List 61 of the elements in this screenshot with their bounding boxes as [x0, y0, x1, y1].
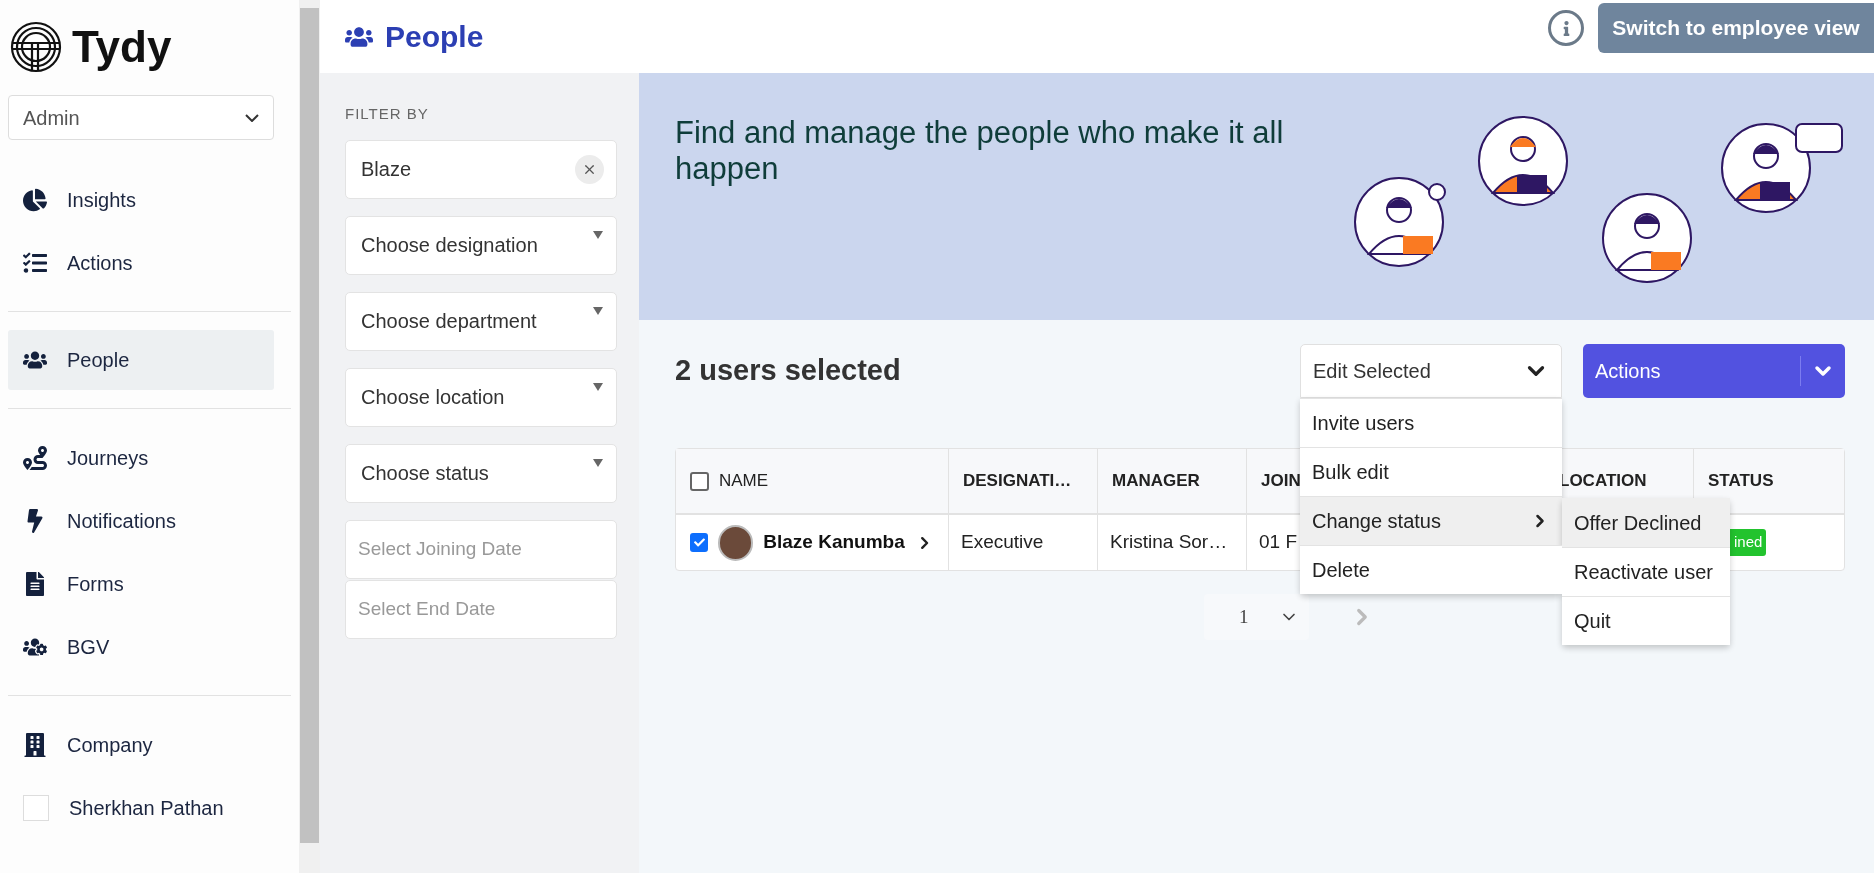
- info-icon[interactable]: [1548, 10, 1584, 46]
- filter-dropdown[interactable]: Choose status: [345, 443, 617, 503]
- date-field[interactable]: Select End Date: [345, 579, 617, 639]
- table-cell-text: 01 F: [1259, 530, 1298, 555]
- selection-summary: 2 users selected: [675, 353, 901, 389]
- route-icon: [23, 445, 47, 470]
- nav-item[interactable]: BGV: [8, 615, 274, 678]
- submenu-item[interactable]: Offer Declined: [1562, 498, 1730, 547]
- filter-dropdown[interactable]: Choose designation: [345, 215, 617, 275]
- menu-item[interactable]: Invite users: [1300, 398, 1562, 447]
- checklist-icon: [23, 250, 47, 275]
- column-header: DESIGNATI…: [963, 470, 1072, 493]
- row-checkbox[interactable]: [690, 533, 709, 552]
- switch-view-button[interactable]: Switch to employee view: [1598, 3, 1874, 53]
- menu-item[interactable]: Bulk edit: [1300, 447, 1562, 496]
- submenu-item[interactable]: Quit: [1562, 596, 1730, 645]
- edit-selected-dropdown[interactable]: Edit Selected: [1300, 344, 1562, 398]
- employee-name[interactable]: Blaze Kanumba: [763, 528, 905, 557]
- caret-icon: [593, 382, 603, 391]
- form-icon: [23, 571, 47, 596]
- nav-item[interactable]: People: [8, 330, 274, 390]
- page-title: People: [385, 19, 484, 55]
- role-select[interactable]: Admin: [8, 95, 274, 140]
- nav-item[interactable]: Notifications: [8, 489, 274, 552]
- date-field[interactable]: Select Joining Date: [345, 519, 617, 579]
- clear-button[interactable]: [575, 154, 604, 184]
- nav-item[interactable]: Insights: [8, 168, 274, 231]
- column-header: NAME: [719, 470, 769, 493]
- actions-button[interactable]: Actions: [1583, 344, 1845, 398]
- select-all-checkbox[interactable]: [690, 471, 709, 491]
- nav-item[interactable]: Company: [8, 713, 274, 776]
- column-header: JOIN: [1261, 470, 1301, 493]
- avatar-placeholder: [23, 794, 49, 821]
- pie-chart-icon: [23, 187, 47, 212]
- column-header: MANAGER: [1112, 470, 1200, 493]
- caret-icon: [593, 230, 603, 239]
- caret-icon: [593, 306, 603, 315]
- building-icon: [23, 732, 47, 757]
- caret-icon: [593, 458, 603, 467]
- caret-icon: [245, 113, 259, 122]
- table-cell-text: Kristina Sor…: [1110, 530, 1228, 555]
- filter-dropdown[interactable]: Choose department: [345, 291, 617, 351]
- page-select[interactable]: 1: [1204, 594, 1309, 640]
- filter-heading: FILTER BY: [345, 104, 430, 124]
- banner-text: Find and manage the people who make it all happen: [674, 114, 1285, 188]
- check-icon: [693, 537, 705, 548]
- nav-item[interactable]: Journeys: [8, 426, 274, 489]
- filter-dropdown[interactable]: Choose location: [345, 367, 617, 427]
- nav-item[interactable]: Sherkhan Pathan: [8, 776, 274, 839]
- scrollbar[interactable]: [299, 0, 320, 873]
- logo-icon: [10, 21, 62, 73]
- brand-name: Tydy: [72, 25, 172, 69]
- nav-item[interactable]: Forms: [8, 552, 274, 615]
- nav-item[interactable]: Actions: [8, 231, 274, 294]
- column-header: STATUS: [1708, 470, 1774, 493]
- search-field[interactable]: Blaze: [345, 139, 617, 199]
- avatar: [718, 524, 754, 561]
- table-cell-text: Executive: [961, 530, 1044, 555]
- menu-item[interactable]: Delete: [1300, 545, 1562, 594]
- submenu-item[interactable]: Reactivate user: [1562, 547, 1730, 596]
- menu-item[interactable]: Change status: [1300, 496, 1562, 545]
